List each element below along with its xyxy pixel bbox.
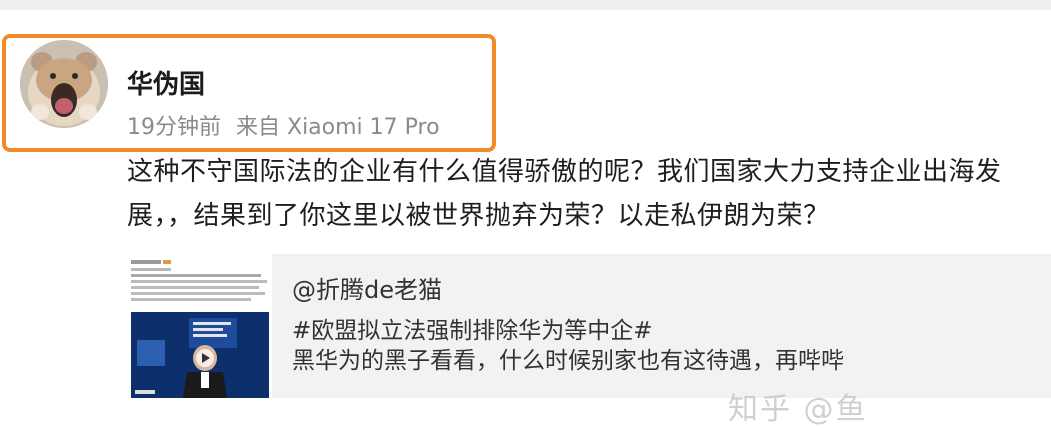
author-name[interactable]: 华伪国	[127, 64, 205, 101]
hamster-avatar-icon	[20, 40, 108, 128]
repost-card[interactable]: @折腾de老猫 #欧盟拟立法强制排除华为等中企# 黑华为的黑子看看，什么时候别家…	[127, 254, 1051, 398]
news-video-thumbnail-icon	[127, 254, 272, 398]
post-meta: 19分钟前 来自 Xiaomi 17 Pro	[127, 109, 440, 141]
repost-author[interactable]: @折腾de老猫	[292, 274, 844, 306]
post-source: 来自 Xiaomi 17 Pro	[236, 115, 440, 140]
post-time: 19分钟前	[127, 115, 221, 140]
repost-topic[interactable]: #欧盟拟立法强制排除华为等中企#	[292, 316, 844, 346]
avatar[interactable]	[20, 40, 108, 128]
repost-text: 黑华为的黑子看看，什么时候别家也有这待遇，再哔哔	[292, 348, 844, 374]
repost-thumbnail[interactable]	[127, 254, 272, 398]
top-divider	[0, 0, 1051, 10]
post-text: 这种不守国际法的企业有什么值得骄傲的呢？我们国家大力支持企业出海发展，，结果到了…	[127, 157, 1002, 231]
repost-body: @折腾de老猫 #欧盟拟立法强制排除华为等中企# 黑华为的黑子看看，什么时候别家…	[292, 274, 844, 376]
watermark: 知乎 @鱼	[728, 392, 868, 427]
